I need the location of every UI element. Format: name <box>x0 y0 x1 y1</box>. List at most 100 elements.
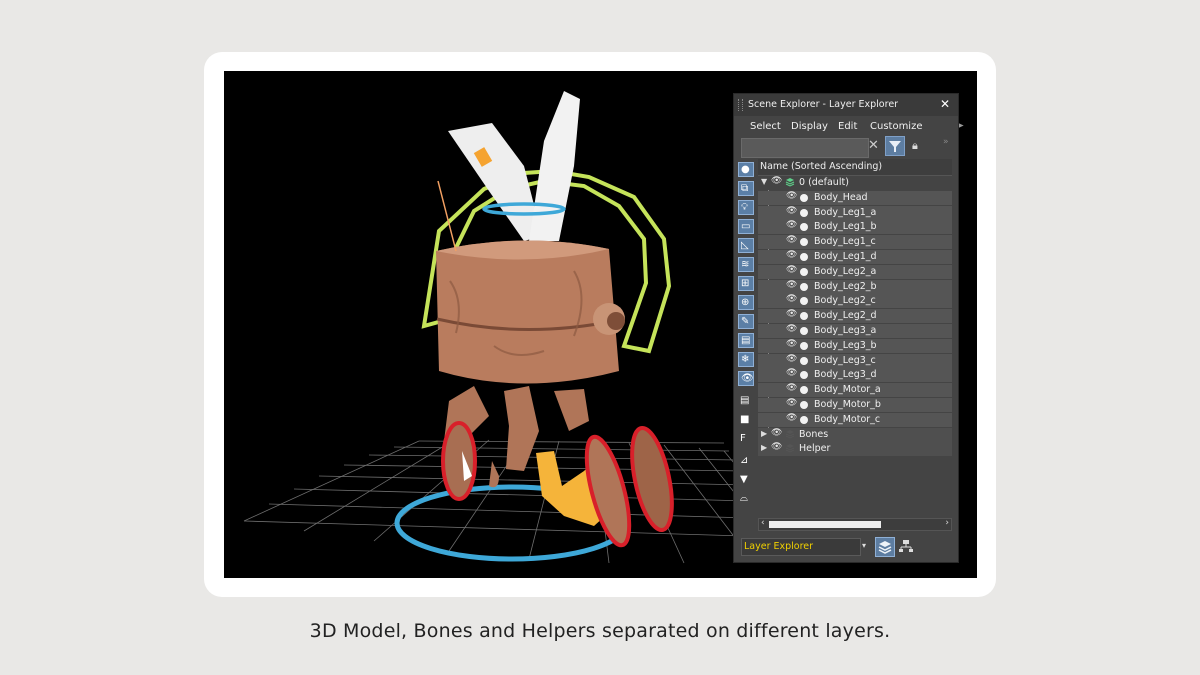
expand-arrow-icon[interactable]: ▶ <box>761 443 767 452</box>
object-row[interactable]: 👁︎ Body_Head <box>758 190 952 205</box>
visibility-eye-icon[interactable]: 👁︎ <box>786 250 797 260</box>
select-all-glyph: ■ <box>740 414 750 425</box>
object-row[interactable]: 👁︎ Body_Leg2_c <box>758 294 952 309</box>
light-icon[interactable]: 💡︎ <box>738 200 754 215</box>
body-barrel <box>436 240 619 384</box>
horizontal-scrollbar[interactable]: ‹ › <box>758 518 952 531</box>
doc-icon[interactable]: ▤ <box>738 394 754 409</box>
column-header[interactable]: Name (Sorted Ascending) <box>758 159 952 176</box>
expand-arrow-icon[interactable]: ▶ <box>761 429 767 438</box>
object-dot-icon <box>800 267 808 276</box>
lock-icon[interactable]: 🔒︎ <box>912 139 918 153</box>
close-icon[interactable]: ✕ <box>940 97 950 111</box>
bone-icon[interactable]: ✎ <box>738 314 754 329</box>
filter-toggle-button[interactable] <box>885 136 905 156</box>
search-input[interactable] <box>741 138 869 158</box>
drag-grip-icon[interactable] <box>738 99 743 111</box>
scroll-left-icon[interactable]: ‹ <box>761 518 765 528</box>
clear-search-icon[interactable]: ✕ <box>868 138 879 153</box>
hidden-icon[interactable]: 👁︎ <box>738 371 754 386</box>
shapes-icon[interactable]: ⧉ <box>738 181 754 196</box>
group-icon[interactable]: ⊞ <box>738 276 754 291</box>
layer-row[interactable]: ▶ 👁︎ Bones <box>758 427 952 442</box>
overflow-chevron-icon[interactable]: » <box>943 137 949 147</box>
visibility-eye-icon[interactable]: 👁︎ <box>771 176 782 186</box>
object-dot-icon <box>800 401 808 409</box>
menu-display[interactable]: Display <box>791 121 828 132</box>
layer-row[interactable]: ▼ 👁︎ 0 (default) <box>758 176 952 190</box>
sphere-glyph: ● <box>741 164 750 175</box>
object-row[interactable]: 👁︎ Body_Motor_a <box>758 383 952 398</box>
visibility-eye-icon[interactable]: 👁︎ <box>771 428 782 438</box>
spacewarp-icon[interactable]: ≋ <box>738 257 754 272</box>
explorer-dropdown-label: Layer Explorer <box>744 541 814 552</box>
object-row[interactable]: 👁︎ Body_Leg2_a <box>758 264 952 279</box>
3d-viewport[interactable]: ➤ Scene Explorer - Layer Explorer ✕ Sele… <box>224 71 977 578</box>
object-row[interactable]: 👁︎ Body_Leg3_a <box>758 324 952 338</box>
visibility-eye-icon[interactable]: 👁︎ <box>786 398 797 408</box>
visibility-eye-icon[interactable]: 👁︎ <box>786 309 797 319</box>
visibility-eye-icon[interactable]: 👁︎ <box>771 442 782 452</box>
menu-customize[interactable]: Customize <box>870 121 923 132</box>
object-label: Body_Leg1_c <box>814 236 876 248</box>
panel-titlebar[interactable]: Scene Explorer - Layer Explorer ✕ <box>734 94 958 116</box>
object-label: Body_Leg1_b <box>814 221 877 233</box>
panel-footer: Layer Explorer ▾ <box>734 534 958 560</box>
menu-select[interactable]: Select <box>750 121 781 132</box>
object-row[interactable]: 👁︎ Body_Leg2_d <box>758 309 952 324</box>
camera-icon[interactable]: ▭ <box>738 219 754 234</box>
visibility-eye-icon[interactable]: 👁︎ <box>786 191 797 201</box>
layer-row[interactable]: ▶ 👁︎ Helper <box>758 442 952 457</box>
visibility-eye-icon[interactable]: 👁︎ <box>786 280 797 290</box>
object-label: Body_Leg3_d <box>814 369 877 381</box>
sphere-icon[interactable]: ● <box>738 162 754 177</box>
object-row[interactable]: 👁︎ Body_Leg3_c <box>758 353 952 368</box>
visibility-eye-icon[interactable]: 👁︎ <box>786 383 797 393</box>
object-row[interactable]: 👁︎ Body_Leg1_a <box>758 205 952 220</box>
object-label: Body_Motor_c <box>814 413 881 425</box>
helper-icon[interactable]: ◺ <box>738 238 754 253</box>
object-row[interactable]: 👁︎ Body_Motor_b <box>758 398 952 412</box>
filter-toggle-icon[interactable]: ⊿ <box>738 454 754 469</box>
frozen-icon[interactable]: ❄ <box>738 352 754 367</box>
object-dot-icon <box>800 341 808 350</box>
visibility-eye-icon[interactable]: 👁︎ <box>786 354 797 364</box>
funnel-icon[interactable]: ▼ <box>738 473 754 488</box>
dropdown-caret-icon[interactable]: ▾ <box>862 541 866 550</box>
explorer-dropdown[interactable]: Layer Explorer <box>741 538 861 556</box>
sort-by-layer-button[interactable] <box>875 537 895 557</box>
object-row[interactable]: 👁︎ Body_Leg2_b <box>758 279 952 294</box>
object-row[interactable]: 👁︎ Body_Leg3_d <box>758 368 952 383</box>
collapse-arrow-icon[interactable]: ▼ <box>761 177 767 186</box>
sort-by-hierarchy-button[interactable] <box>898 538 914 554</box>
scrollbar-thumb[interactable] <box>769 521 881 528</box>
select-all-icon[interactable]: ■ <box>738 413 754 428</box>
object-row[interactable]: 👁︎ Body_Leg3_b <box>758 338 952 353</box>
helper-glyph: ◺ <box>741 240 749 251</box>
scene-explorer-panel: Scene Explorer - Layer Explorer ✕ Select… <box>733 93 959 563</box>
object-row[interactable]: 👁︎ Body_Leg1_b <box>758 220 952 235</box>
visibility-eye-icon[interactable]: 👁︎ <box>786 265 797 275</box>
visibility-eye-icon[interactable]: 👁︎ <box>786 324 797 334</box>
object-row[interactable]: 👁︎ Body_Leg1_d <box>758 250 952 264</box>
container-icon[interactable]: ▤ <box>738 333 754 348</box>
doc-f-glyph: F <box>740 433 746 444</box>
scroll-right-icon[interactable]: › <box>945 518 949 528</box>
visibility-eye-icon[interactable]: 👁︎ <box>786 206 797 216</box>
object-dot-icon <box>800 312 808 321</box>
doc-f-icon[interactable]: F <box>738 432 754 447</box>
visibility-eye-icon[interactable]: 👁︎ <box>786 339 797 349</box>
object-row[interactable]: 👁︎ Body_Motor_c <box>758 412 952 427</box>
visibility-eye-icon[interactable]: 👁︎ <box>786 368 797 378</box>
object-row[interactable]: 👁︎ Body_Leg1_c <box>758 235 952 250</box>
menu-edit[interactable]: Edit <box>838 121 857 132</box>
selection-set-icon[interactable]: ⌓ <box>738 492 754 507</box>
visibility-eye-icon[interactable]: 👁︎ <box>786 294 797 304</box>
visibility-eye-icon[interactable]: 👁︎ <box>786 220 797 230</box>
xref-icon[interactable]: ⊕ <box>738 295 754 310</box>
visibility-eye-icon[interactable]: 👁︎ <box>786 235 797 245</box>
shapes-glyph: ⧉ <box>741 183 749 194</box>
visibility-eye-icon[interactable]: 👁︎ <box>786 413 797 423</box>
left-ear <box>448 123 542 241</box>
object-dot-icon <box>800 223 808 232</box>
